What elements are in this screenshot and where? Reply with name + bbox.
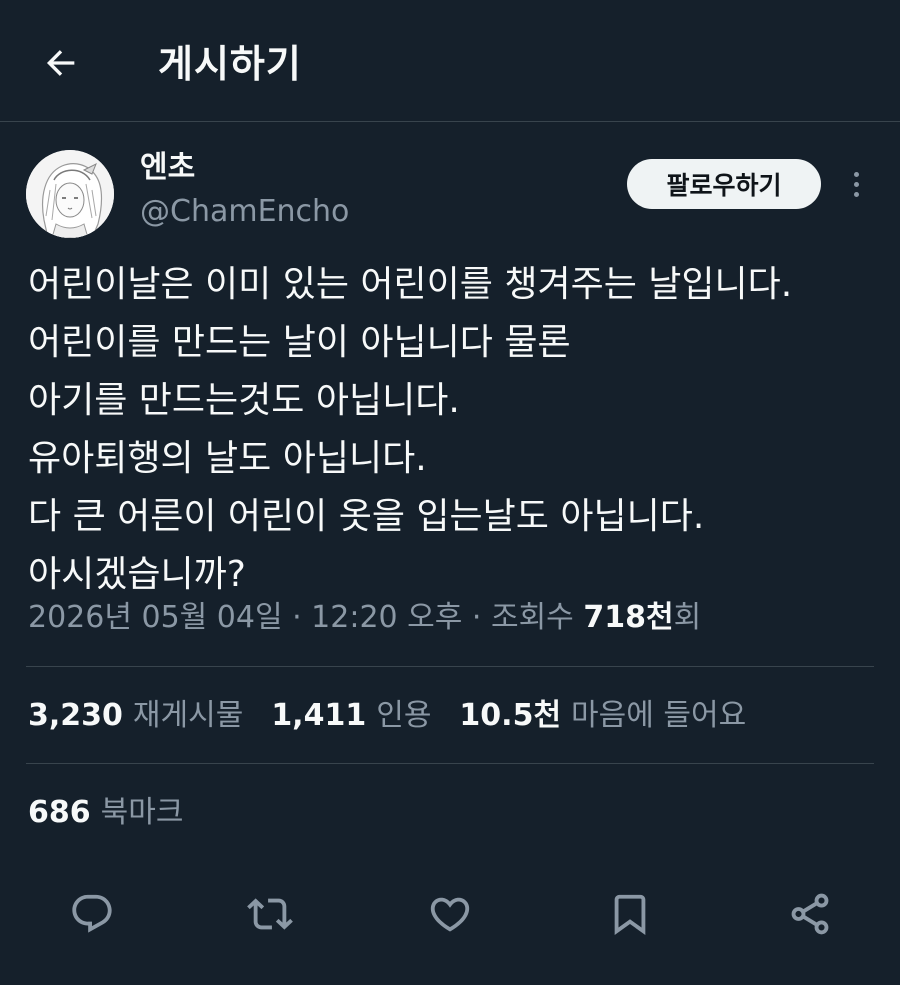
back-button[interactable] bbox=[40, 42, 82, 84]
reply-button[interactable] bbox=[68, 890, 116, 938]
divider bbox=[26, 666, 874, 667]
bookmark-icon bbox=[614, 894, 646, 935]
author-display-name[interactable]: 엔초 bbox=[140, 148, 195, 188]
header-bar: 게시하기 bbox=[0, 0, 900, 122]
likes-label: 마음에 들어요 bbox=[571, 698, 747, 733]
views-label: 조회수 bbox=[490, 600, 584, 635]
share-button[interactable] bbox=[786, 890, 834, 938]
bookmarks-label: 북마크 bbox=[100, 795, 184, 830]
repost-button[interactable] bbox=[246, 890, 294, 938]
author-handle[interactable]: @ChamEncho bbox=[140, 192, 349, 232]
more-options-button[interactable] bbox=[838, 164, 874, 204]
more-vertical-icon bbox=[853, 171, 859, 177]
views-suffix: 회 bbox=[673, 600, 702, 635]
meta-separator: · bbox=[462, 600, 491, 635]
tweet-timestamp[interactable]: 2026년 05월 04일 · 12:20 오후 bbox=[28, 600, 462, 635]
likes-count: 10.5천 bbox=[459, 698, 562, 733]
divider bbox=[26, 763, 874, 764]
reposts-label: 재게시물 bbox=[132, 698, 244, 733]
quotes-stat[interactable]: 1,411 인용 bbox=[271, 696, 431, 736]
reposts-count: 3,230 bbox=[28, 698, 123, 733]
tweet-text-line: 아기를 만드는것도 아닙니다. bbox=[28, 380, 460, 421]
tweet-text: 어린이날은 이미 있는 어린이를 챙겨주는 날입니다. 어린이를 만드는 날이 … bbox=[28, 256, 888, 604]
tweet-text-line: 유아퇴행의 날도 아닙니다. bbox=[28, 438, 427, 479]
reply-bubble-icon bbox=[72, 894, 112, 933]
share-icon bbox=[791, 893, 829, 935]
tweet-text-line: 다 큰 어른이 어린이 옷을 입는날도 아닙니다. bbox=[28, 496, 705, 537]
likes-stat[interactable]: 10.5천 마음에 들어요 bbox=[459, 696, 746, 736]
more-vertical-icon bbox=[853, 181, 859, 187]
views-count: 718천 bbox=[583, 600, 674, 635]
quotes-count: 1,411 bbox=[271, 698, 367, 733]
tweet-text-line: 아시겠습니까? bbox=[28, 554, 246, 595]
more-vertical-icon bbox=[853, 191, 859, 197]
quotes-label: 인용 bbox=[376, 698, 432, 733]
repost-icon bbox=[247, 898, 293, 930]
tweet-meta: 2026년 05월 04일 · 12:20 오후 · 조회수 718천회 bbox=[28, 598, 701, 638]
bookmarks-stat[interactable]: 686 북마크 bbox=[28, 793, 183, 833]
avatar[interactable] bbox=[26, 150, 114, 238]
follow-button[interactable]: 팔로우하기 bbox=[627, 159, 821, 209]
page-title: 게시하기 bbox=[158, 42, 302, 86]
like-button[interactable] bbox=[426, 890, 474, 938]
arrow-left-icon bbox=[46, 50, 75, 76]
tweet-action-bar bbox=[0, 882, 900, 942]
reposts-stat[interactable]: 3,230 재게시물 bbox=[28, 696, 243, 736]
tweet-text-line: 어린이를 만드는 날이 아닙니다 물론 bbox=[28, 322, 571, 363]
bookmark-button[interactable] bbox=[606, 890, 654, 938]
engagement-stats: 3,230 재게시물 1,411 인용 10.5천 마음에 들어요 bbox=[28, 696, 774, 736]
heart-icon bbox=[430, 897, 470, 932]
bookmarks-count: 686 bbox=[28, 795, 91, 830]
anime-character-avatar-icon bbox=[26, 150, 114, 238]
tweet-text-line: 어린이날은 이미 있는 어린이를 챙겨주는 날입니다. bbox=[28, 264, 793, 305]
